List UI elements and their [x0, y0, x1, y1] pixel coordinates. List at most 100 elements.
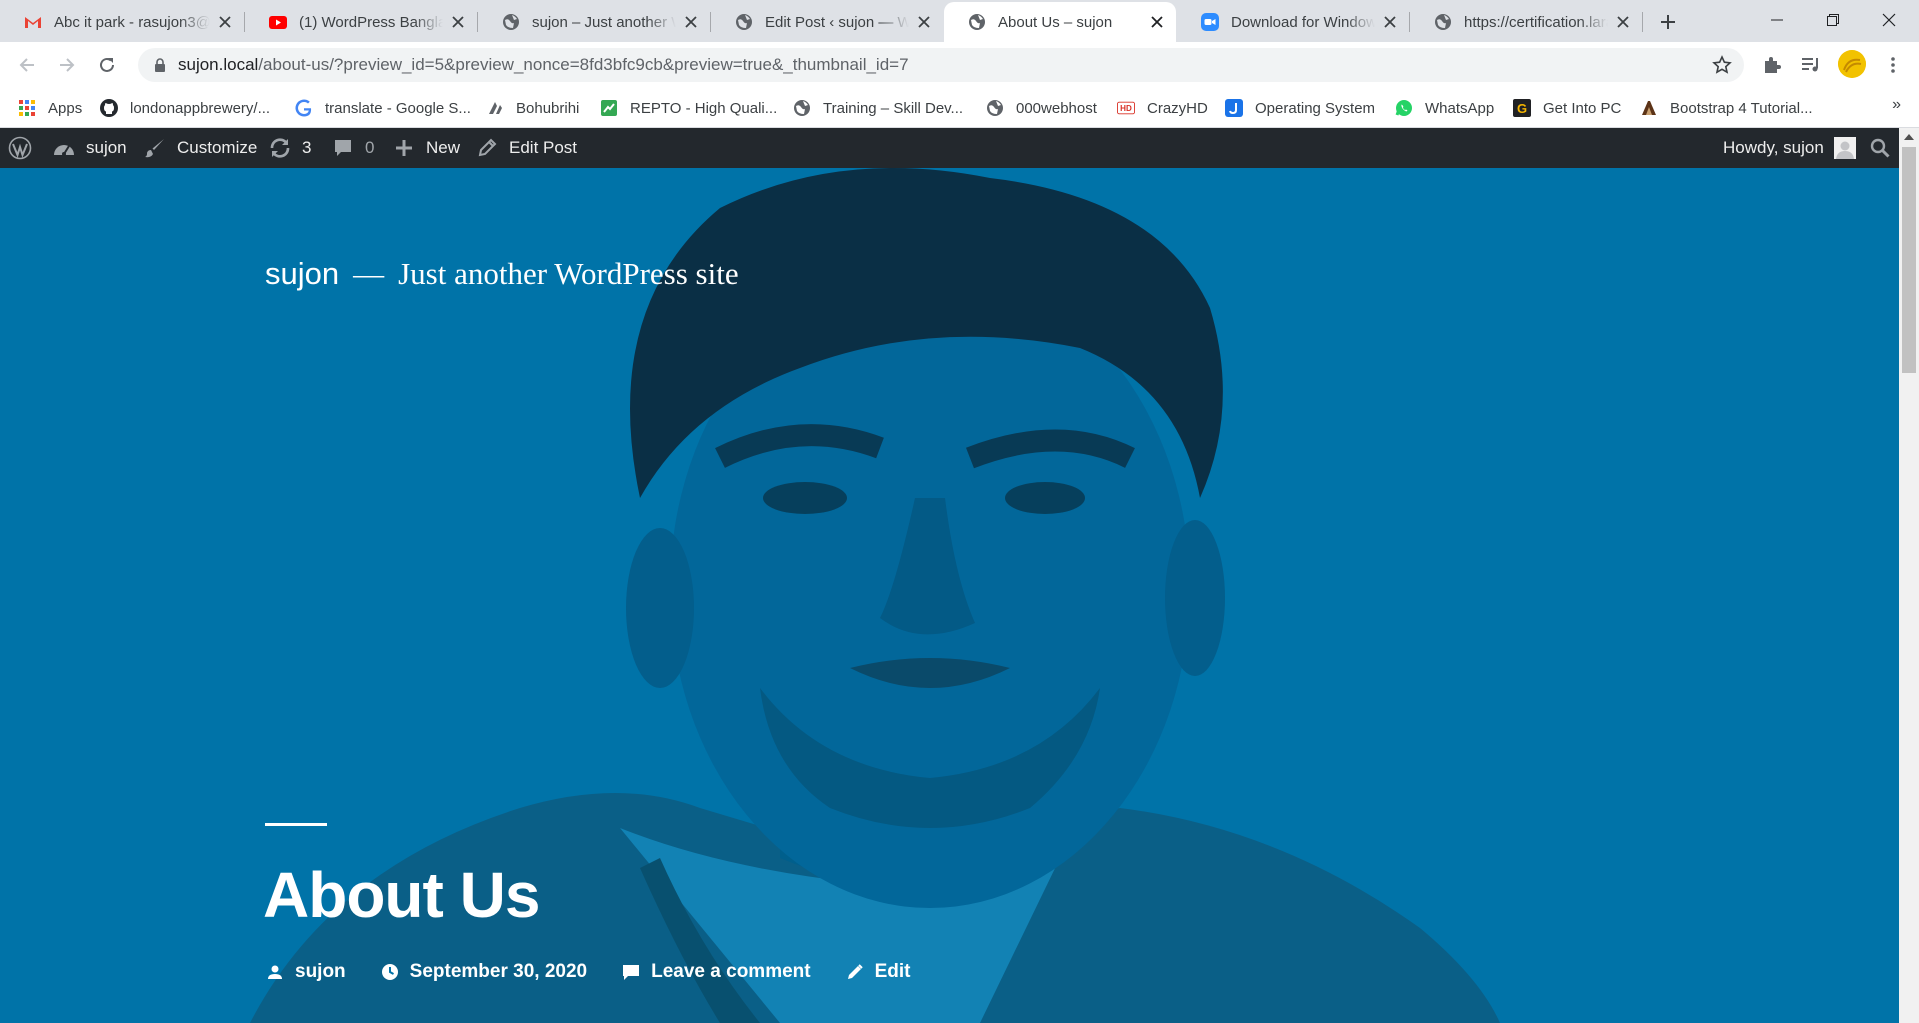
bookmark-apps[interactable]: Apps	[18, 96, 82, 120]
close-icon[interactable]	[915, 13, 933, 31]
reload-icon	[100, 57, 114, 72]
new-label: New	[426, 138, 461, 157]
leave-comment-label: Leave a comment	[651, 961, 811, 982]
user-avatar	[1833, 137, 1856, 159]
site-title-link[interactable]: sujon	[265, 256, 339, 292]
url-host: sujon.local	[178, 55, 259, 74]
bookmark-label: translate - Google S...	[325, 99, 471, 117]
bookmark-label: REPTO - High Quali...	[630, 99, 778, 117]
entry-meta: sujon September 30, 2020 Leave a comment…	[265, 961, 944, 983]
scrollbar-thumb[interactable]	[1902, 147, 1916, 373]
minimize-button[interactable]	[1754, 0, 1800, 40]
admin-search-button[interactable]	[1868, 128, 1892, 168]
media-control-icon[interactable]	[1798, 52, 1824, 78]
comment-icon	[621, 962, 641, 982]
tab-certification[interactable]: https://certification.lara	[1410, 2, 1642, 42]
search-icon	[1868, 136, 1892, 160]
edit-label: Edit	[874, 961, 911, 982]
tab-zoom-download[interactable]: Download for Windows	[1177, 2, 1409, 42]
edit-post-link[interactable]: Edit Post	[475, 128, 577, 168]
bookmark-label: Get Into PC	[1543, 99, 1622, 117]
restore-button[interactable]	[1810, 0, 1856, 40]
tab-youtube[interactable]: (1) WordPress Bangla T	[245, 2, 477, 42]
dashboard-gauge-icon	[52, 136, 76, 160]
page-title: About Us	[263, 859, 540, 931]
forward-button[interactable]	[52, 50, 82, 80]
plus-icon	[1661, 15, 1675, 29]
post-date-link[interactable]: September 30, 2020	[380, 961, 587, 983]
post-date: September 30, 2020	[409, 961, 588, 982]
profile-avatar[interactable]	[1838, 50, 1866, 78]
bookmark-bohubrihi[interactable]: Bohubrihi	[486, 96, 579, 120]
customize-link[interactable]: Customize	[143, 128, 257, 168]
bookmark-crazyhd[interactable]: HD CrazyHD	[1117, 96, 1208, 120]
new-content-menu[interactable]: New	[392, 128, 460, 168]
google-icon	[295, 99, 313, 117]
bookmark-training[interactable]: Training – Skill Dev...	[793, 96, 963, 120]
reload-button[interactable]	[92, 50, 122, 80]
arrow-right-icon	[60, 58, 75, 72]
bookmark-label: londonappbrewery/...	[130, 99, 271, 117]
bookmark-label: Apps	[48, 99, 83, 117]
tab-about-us[interactable]: About Us – sujon	[944, 2, 1176, 42]
site-name-menu[interactable]: sujon	[52, 128, 127, 168]
howdy-label: Howdy, sujon	[1723, 138, 1824, 157]
bookmark-label: CrazyHD	[1147, 99, 1208, 117]
close-icon[interactable]	[1148, 13, 1166, 31]
arrow-left-icon	[19, 58, 34, 72]
update-arrows-icon	[268, 136, 292, 160]
comments-link[interactable]: 0	[331, 128, 374, 168]
bookmark-londonappbrewery[interactable]: londonappbrewery/...	[100, 96, 270, 120]
bookmark-repto[interactable]: REPTO - High Quali...	[600, 96, 777, 120]
bookmarks-overflow-button[interactable]: »	[1892, 96, 1901, 114]
bookmark-bootstrap[interactable]: Bootstrap 4 Tutorial...	[1640, 96, 1813, 120]
tab-divider	[1642, 12, 1643, 32]
tab-title: sujon – Just another W	[532, 13, 676, 31]
tab-gmail[interactable]: Abc it park - rasujon3@	[0, 2, 244, 42]
youtube-icon	[269, 13, 287, 31]
bookmark-translate[interactable]: translate - Google S...	[295, 96, 471, 120]
plus-icon	[392, 136, 416, 160]
close-window-button[interactable]	[1866, 0, 1912, 40]
tab-edit-post[interactable]: Edit Post ‹ sujon — Wo	[711, 2, 943, 42]
edit-post-meta-link[interactable]: Edit	[845, 961, 911, 983]
bootstrap-icon	[1640, 99, 1658, 117]
bookmark-whatsapp[interactable]: WhatsApp	[1395, 96, 1494, 120]
scroll-up-arrow-icon[interactable]	[1899, 128, 1919, 145]
customize-label: Customize	[177, 138, 258, 157]
comment-bubble-icon	[331, 136, 355, 160]
bookmark-000webhost[interactable]: 000webhost	[986, 96, 1097, 120]
tab-title: Abc it park - rasujon3@	[54, 13, 210, 31]
tab-title: About Us – sujon	[998, 13, 1113, 31]
close-icon[interactable]	[1381, 13, 1399, 31]
restore-icon	[1827, 14, 1839, 26]
bookmark-operating-system[interactable]: Operating System	[1225, 96, 1375, 120]
leave-comment-link[interactable]: Leave a comment	[621, 961, 811, 983]
chrome-menu-icon[interactable]	[1880, 52, 1906, 78]
new-tab-button[interactable]	[1654, 8, 1682, 36]
page-scrollbar[interactable]	[1899, 128, 1919, 1023]
globe-icon	[1434, 13, 1452, 31]
close-icon[interactable]	[216, 13, 234, 31]
back-button[interactable]	[12, 50, 42, 80]
close-icon	[1882, 13, 1896, 27]
close-icon[interactable]	[1614, 13, 1632, 31]
site-description: Just another WordPress site	[398, 256, 739, 291]
updates-link[interactable]: 3	[268, 128, 311, 168]
pencil-icon	[845, 962, 865, 982]
globe-icon	[986, 99, 1004, 117]
close-icon[interactable]	[682, 13, 700, 31]
apps-grid-icon	[18, 99, 36, 117]
url-text[interactable]: sujon.local/about-us/?preview_id=5&previ…	[178, 55, 909, 75]
my-account-menu[interactable]: Howdy, sujon	[1723, 128, 1856, 168]
bookmark-star-icon[interactable]	[1712, 55, 1732, 75]
bookmark-label: WhatsApp	[1425, 99, 1495, 117]
extensions-puzzle-icon[interactable]	[1759, 52, 1785, 78]
post-author-link[interactable]: sujon	[265, 961, 346, 983]
minimize-icon	[1771, 19, 1783, 21]
wp-logo-menu[interactable]	[8, 128, 42, 168]
close-icon[interactable]	[449, 13, 467, 31]
tab-sujon-home[interactable]: sujon – Just another W	[478, 2, 710, 42]
bookmark-getintopc[interactable]: G Get Into PC	[1513, 96, 1621, 120]
address-bar[interactable]: sujon.local/about-us/?preview_id=5&previ…	[138, 48, 1744, 82]
